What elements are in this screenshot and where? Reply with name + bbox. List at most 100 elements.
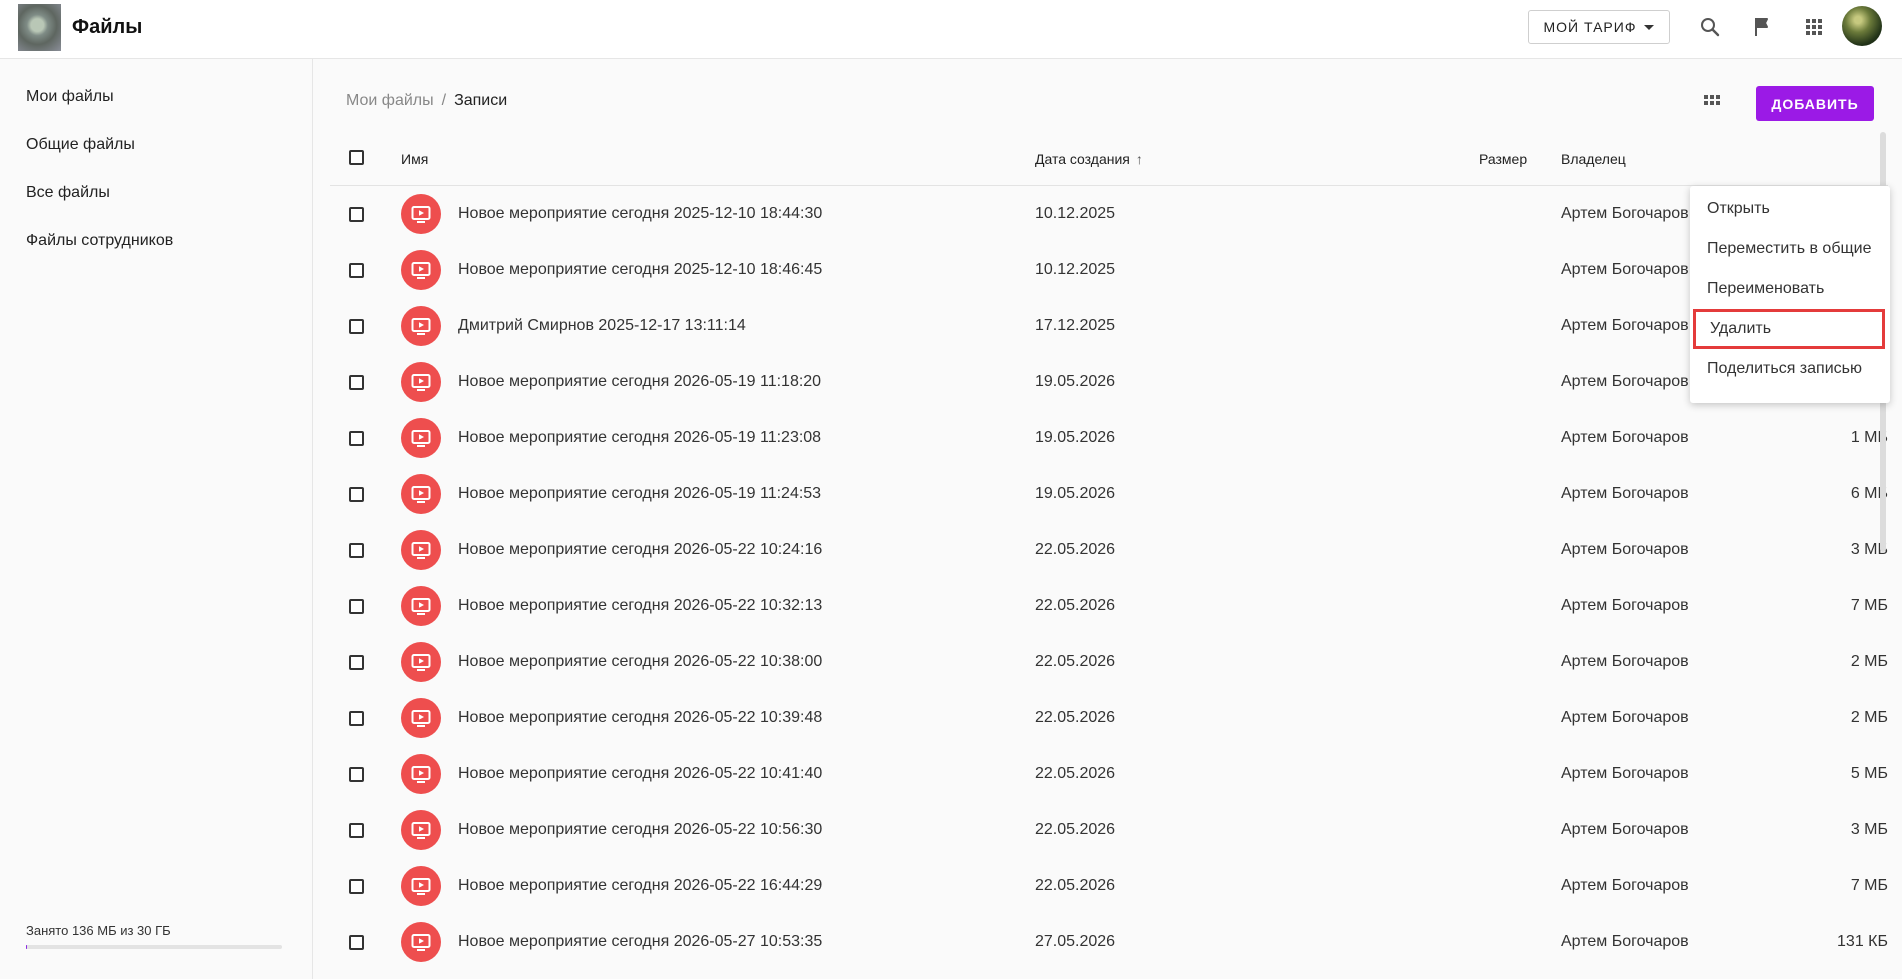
menu-item-move-to-shared[interactable]: Переместить в общие: [1690, 229, 1890, 269]
sidebar-item-shared-files[interactable]: Общие файлы: [26, 136, 135, 154]
storage-progress-bar: [26, 945, 282, 949]
video-recording-icon: [401, 418, 441, 458]
row-checkbox[interactable]: [349, 599, 364, 614]
file-owner: Артем Богочаров: [1561, 485, 1689, 502]
row-checkbox[interactable]: [349, 375, 364, 390]
menu-item-delete[interactable]: Удалить: [1693, 309, 1885, 349]
file-owner: Артем Богочаров: [1561, 205, 1689, 222]
sidebar-item-all-files[interactable]: Все файлы: [26, 184, 110, 202]
table-row[interactable]: Новое мероприятие сегодня 2025-12-10 18:…: [330, 242, 1888, 298]
row-checkbox[interactable]: [349, 207, 364, 222]
video-recording-icon: [401, 866, 441, 906]
add-button[interactable]: ДОБАВИТЬ: [1756, 86, 1874, 121]
video-recording-icon: [401, 642, 441, 682]
company-logo[interactable]: [18, 4, 61, 51]
row-checkbox[interactable]: [349, 543, 364, 558]
file-size: 6 МБ: [1850, 485, 1888, 502]
row-checkbox[interactable]: [349, 431, 364, 446]
storage-progress-fill: [26, 945, 28, 949]
sort-ascending-icon: ↑: [1135, 151, 1143, 167]
video-recording-icon: [401, 530, 441, 570]
row-checkbox[interactable]: [349, 263, 364, 278]
table-header: Имя Дата создания ↑ Размер Владелец: [330, 140, 1888, 186]
video-recording-icon: [401, 250, 441, 290]
table-row[interactable]: Дмитрий Смирнов 2025-12-17 13:11:14 17.1…: [330, 298, 1888, 354]
menu-item-open[interactable]: Открыть: [1690, 189, 1890, 229]
table-row[interactable]: Новое мероприятие сегодня 2026-05-22 10:…: [330, 802, 1888, 858]
file-size: 3 МБ: [1850, 541, 1888, 558]
table-row[interactable]: Новое мероприятие сегодня 2026-05-19 11:…: [330, 354, 1888, 410]
breadcrumb: Мои файлы / Записи: [346, 92, 507, 110]
apps-grid-icon[interactable]: [1802, 15, 1826, 39]
row-checkbox[interactable]: [349, 767, 364, 782]
file-owner: Артем Богочаров: [1561, 933, 1689, 950]
flag-icon[interactable]: [1750, 15, 1774, 39]
row-checkbox[interactable]: [349, 823, 364, 838]
file-owner: Артем Богочаров: [1561, 429, 1689, 446]
table-row[interactable]: Новое мероприятие сегодня 2026-05-19 11:…: [330, 410, 1888, 466]
table-row[interactable]: Новое мероприятие сегодня 2026-05-22 10:…: [330, 634, 1888, 690]
file-owner: Артем Богочаров: [1561, 877, 1689, 894]
row-checkbox[interactable]: [349, 655, 364, 670]
file-list: Новое мероприятие сегодня 2025-12-10 18:…: [330, 186, 1888, 970]
row-checkbox[interactable]: [349, 319, 364, 334]
storage-usage-label: Занято 136 МБ из 30 ГБ: [26, 923, 171, 938]
table-row[interactable]: Новое мероприятие сегодня 2026-05-22 16:…: [330, 858, 1888, 914]
select-all-checkbox[interactable]: [349, 150, 364, 165]
column-header-date-label: Дата создания: [1035, 151, 1130, 167]
table-row[interactable]: Новое мероприятие сегодня 2026-05-22 10:…: [330, 522, 1888, 578]
column-header-name[interactable]: Имя: [401, 151, 428, 167]
row-checkbox[interactable]: [349, 879, 364, 894]
file-size: 131 КБ: [1837, 933, 1888, 950]
file-owner: Артем Богочаров: [1561, 709, 1689, 726]
file-owner: Артем Богочаров: [1561, 317, 1689, 334]
column-header-owner[interactable]: Владелец: [1561, 151, 1626, 167]
app-header: Файлы МОЙ ТАРИФ: [0, 0, 1902, 59]
file-owner: Артем Богочаров: [1561, 821, 1689, 838]
video-recording-icon: [401, 922, 441, 962]
grid-view-icon[interactable]: [1700, 90, 1724, 114]
file-size: 7 МБ: [1850, 877, 1888, 894]
column-header-size[interactable]: Размер: [1479, 151, 1527, 167]
video-recording-icon: [401, 362, 441, 402]
sidebar-item-employee-files[interactable]: Файлы сотрудников: [26, 232, 173, 250]
app-title: Файлы: [72, 16, 143, 38]
chevron-down-icon: [1644, 24, 1655, 30]
breadcrumb-current: Записи: [454, 92, 508, 109]
file-size: 7 МБ: [1850, 597, 1888, 614]
table-row[interactable]: Новое мероприятие сегодня 2026-05-27 10:…: [330, 914, 1888, 970]
sidebar: Мои файлы Общие файлы Все файлы Файлы со…: [0, 59, 313, 979]
file-size: 2 МБ: [1850, 653, 1888, 670]
breadcrumb-separator: /: [441, 92, 447, 109]
file-size: 3 МБ: [1850, 821, 1888, 838]
file-owner: Артем Богочаров: [1561, 653, 1689, 670]
table-row[interactable]: Новое мероприятие сегодня 2026-05-22 10:…: [330, 746, 1888, 802]
table-row[interactable]: Новое мероприятие сегодня 2026-05-22 10:…: [330, 690, 1888, 746]
menu-item-share-recording[interactable]: Поделиться записью: [1690, 349, 1890, 389]
file-owner: Артем Богочаров: [1561, 765, 1689, 782]
file-owner: Артем Богочаров: [1561, 541, 1689, 558]
tariff-label: МОЙ ТАРИФ: [1543, 19, 1637, 35]
file-owner: Артем Богочаров: [1561, 373, 1689, 390]
table-row[interactable]: Новое мероприятие сегодня 2026-05-19 11:…: [330, 466, 1888, 522]
video-recording-icon: [401, 754, 441, 794]
user-avatar[interactable]: [1842, 6, 1882, 46]
row-checkbox[interactable]: [349, 487, 364, 502]
video-recording-icon: [401, 194, 441, 234]
video-recording-icon: [401, 698, 441, 738]
file-size: 2 МБ: [1850, 709, 1888, 726]
menu-item-rename[interactable]: Переименовать: [1690, 269, 1890, 309]
search-icon[interactable]: [1698, 15, 1722, 39]
column-header-date[interactable]: Дата создания ↑: [1035, 151, 1143, 167]
video-recording-icon: [401, 306, 441, 346]
file-owner: Артем Богочаров: [1561, 261, 1689, 278]
tariff-dropdown-button[interactable]: МОЙ ТАРИФ: [1528, 10, 1670, 44]
table-row[interactable]: Новое мероприятие сегодня 2025-12-10 18:…: [330, 186, 1888, 242]
breadcrumb-parent[interactable]: Мои файлы: [346, 92, 434, 109]
video-recording-icon: [401, 474, 441, 514]
sidebar-item-my-files[interactable]: Мои файлы: [26, 88, 114, 106]
file-size: 1 МБ: [1850, 429, 1888, 446]
row-checkbox[interactable]: [349, 711, 364, 726]
table-row[interactable]: Новое мероприятие сегодня 2026-05-22 10:…: [330, 578, 1888, 634]
row-checkbox[interactable]: [349, 935, 364, 950]
